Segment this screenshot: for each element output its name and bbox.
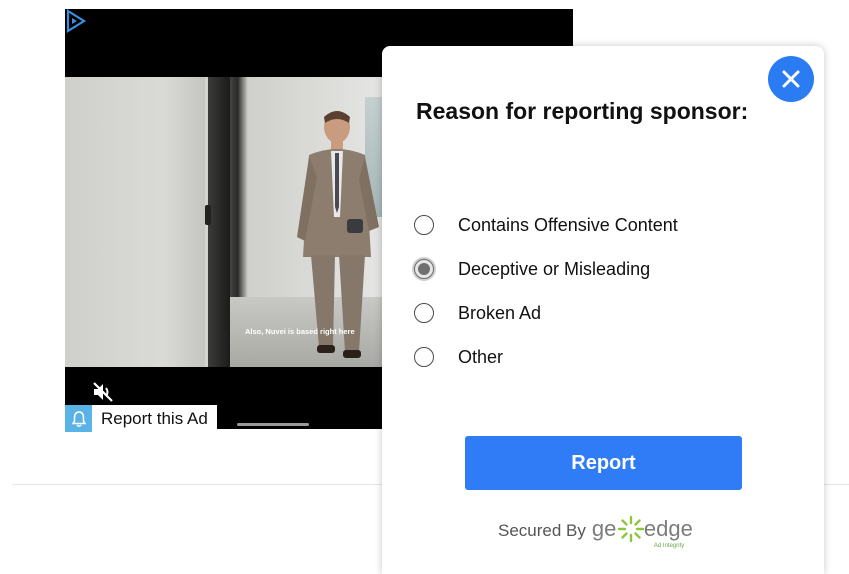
radio-deceptive-misleading[interactable] [414, 259, 434, 279]
option-other[interactable]: Other [414, 342, 744, 372]
video-door-handle [205, 205, 211, 225]
sunburst-icon [617, 515, 645, 543]
option-label: Deceptive or Misleading [458, 258, 651, 279]
video-door-edge [208, 77, 230, 367]
brand-tagline: Ad Integrity [653, 543, 685, 549]
radio-broken-ad[interactable] [414, 303, 434, 323]
option-offensive-content[interactable]: Contains Offensive Content [414, 210, 744, 240]
report-this-ad-label: Report this Ad [92, 405, 217, 432]
bell-icon [65, 405, 92, 432]
report-this-ad-button[interactable]: Report this Ad [65, 405, 217, 432]
radio-offensive-content[interactable] [414, 215, 434, 235]
secured-by-label: Secured By [498, 521, 586, 540]
dialog-title: Reason for reporting sponsor: [416, 98, 749, 124]
close-button[interactable] [768, 56, 814, 102]
option-label: Other [458, 346, 504, 367]
video-progress-bar[interactable] [237, 423, 309, 426]
close-icon [782, 70, 800, 88]
report-button[interactable]: Report [465, 436, 742, 490]
option-label: Broken Ad [458, 302, 542, 323]
option-deceptive-misleading[interactable]: Deceptive or Misleading [414, 254, 744, 284]
option-label: Contains Offensive Content [458, 214, 678, 235]
brand-ge: ge [591, 516, 617, 541]
radio-other[interactable] [414, 347, 434, 367]
radio-selected-dot [418, 263, 430, 275]
geoedge-logo: ge edge Ad Integrity [592, 514, 702, 554]
video-door [65, 77, 205, 367]
play-badge-icon [66, 9, 87, 33]
video-caption: Also, Nuvei is based right here [245, 327, 355, 336]
option-broken-ad[interactable]: Broken Ad [414, 298, 744, 328]
volume-mute-icon[interactable] [92, 381, 114, 403]
secured-by: Secured By ge edge Ad Integrity [498, 514, 702, 554]
brand-edge: edge [643, 516, 693, 541]
